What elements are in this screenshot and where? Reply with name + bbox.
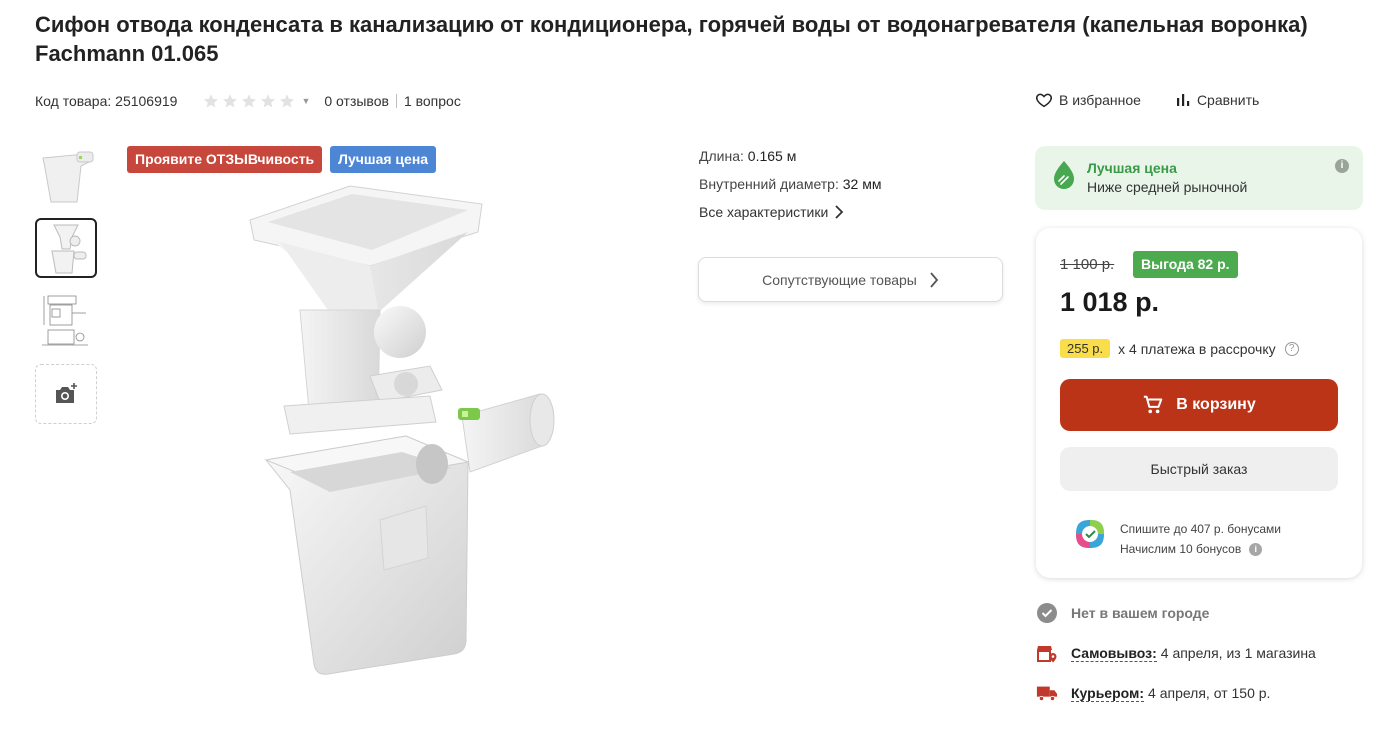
benefit-badge: Выгода 82 р. [1133,251,1238,278]
product-thumbnail [51,224,87,274]
courier-row: Курьером: 4 апреля, от 150 р. [1036,682,1316,704]
related-products-button[interactable]: Сопутствующие товары [698,257,1003,302]
bonus-earn-row: Начислим 10 бонусов i [1120,539,1281,559]
spec-diameter: Внутренний диаметр: 32 мм [699,175,881,193]
product-badges: Проявите ОТЗЫВчивость Лучшая цена [127,146,437,173]
star-icon [280,94,295,108]
questions-link[interactable]: 1 вопрос [404,93,461,109]
bonus-info: Спишите до 407 р. бонусами Начислим 10 б… [1120,519,1281,559]
sku-label: Код товара: [35,93,112,109]
rating-stars[interactable]: ▼ [203,93,310,109]
courier-label[interactable]: Курьером: [1071,685,1145,702]
bonus-earn: Начислим 10 бонусов [1120,542,1242,556]
pickup-row: Самовывоз: 4 апреля, из 1 магазина [1036,642,1316,664]
chevron-down-icon: ▼ [301,96,311,106]
star-icon [204,94,219,108]
sku: Код товара: 25106919 [35,93,177,109]
chevron-right-icon [930,271,939,288]
spec-diameter-label: Внутренний диаметр: [699,176,839,192]
all-specs-link[interactable]: Все характеристики [699,203,881,221]
compare-icon [1176,94,1190,106]
installment-amount: 255 р. [1060,339,1111,358]
heart-icon [1036,93,1052,108]
best-price-panel: Лучшая цена Ниже средней рыночной i [1035,146,1363,210]
availability-row: Нет в вашем городе [1036,602,1316,624]
product-title: Сифон отвода конденсата в канализацию от… [35,12,1308,66]
drawing-thumbnail [42,295,88,346]
bonus-logo-icon [1076,520,1104,548]
add-photo-button[interactable] [35,364,97,424]
chevron-right-icon [835,205,844,219]
product-actions: В избранное Сравнить [1035,91,1259,109]
check-circle-icon [1036,603,1058,623]
product-photo [249,185,555,675]
spec-length-value: 0.165 м [747,148,797,164]
divider [395,94,397,108]
related-products-label: Сопутствующие товары [762,271,917,288]
star-icon [261,94,276,108]
installment-row: 255 р. х 4 платежа в рассрочку ? [1060,339,1299,358]
product-thumbnail [42,151,94,203]
thumbnail-2[interactable] [35,218,97,278]
all-specs-label: Все характеристики [699,204,829,220]
cart-icon [1144,395,1163,414]
sku-value: 25106919 [115,93,178,109]
spec-length-label: Длина: [699,148,744,164]
delivery-info: Нет в вашем городе Самовывоз: 4 апреля, … [1036,602,1316,722]
current-price: 1 018 р. [1060,287,1160,317]
star-icon [223,94,238,108]
availability-text: Нет в вашем городе [1071,605,1210,621]
thumbnail-1[interactable] [35,145,97,205]
short-specs: Длина: 0.165 м Внутренний диаметр: 32 мм… [699,147,881,221]
spec-length: Длина: 0.165 м [699,147,881,165]
bonus-spend: Спишите до 407 р. бонусами [1120,522,1281,536]
star-icon [242,94,257,108]
compare-label: Сравнить [1196,92,1260,108]
truck-icon [1036,684,1058,702]
installment-text: х 4 платежа в рассрочку [1118,340,1276,357]
old-price: 1 100 р. [1060,256,1115,273]
store-pin-icon [1036,642,1058,664]
spec-diameter-value: 32 мм [842,176,882,192]
thumbnail-gallery [35,145,99,437]
help-icon[interactable]: ? [1284,341,1299,356]
favorite-button[interactable]: В избранное [1035,91,1141,109]
add-to-cart-label: В корзину [1176,396,1256,413]
price-card: 1 100 р. Выгода 82 р. 1 018 р. 255 р. х … [1036,228,1362,578]
best-price-title: Лучшая цена [1087,160,1177,176]
product-main-image[interactable] [230,180,570,680]
best-price-subtitle: Ниже средней рыночной [1087,179,1248,195]
best-price-badge[interactable]: Лучшая цена [330,146,437,173]
reviews-link[interactable]: 0 отзывов [324,93,389,109]
info-icon[interactable]: i [1249,542,1263,556]
add-to-cart-button[interactable]: В корзину [1060,379,1338,431]
pickup-value: 4 апреля, из 1 магазина [1160,645,1316,661]
pickup-label[interactable]: Самовывоз: [1071,645,1157,662]
courier-value: 4 апреля, от 150 р. [1148,685,1271,701]
quick-order-button[interactable]: Быстрый заказ [1060,447,1338,491]
camera-add-icon [56,383,77,403]
favorite-label: В избранное [1059,92,1141,108]
info-icon[interactable]: i [1335,159,1349,173]
product-meta: Код товара: 25106919 ▼ 0 отзывов 1 вопро… [35,91,461,111]
leaf-icon [1054,161,1074,189]
thumbnail-3[interactable] [35,291,97,351]
compare-button[interactable]: Сравнить [1175,91,1259,109]
promo-badge[interactable]: Проявите ОТЗЫВчивость [127,146,323,173]
